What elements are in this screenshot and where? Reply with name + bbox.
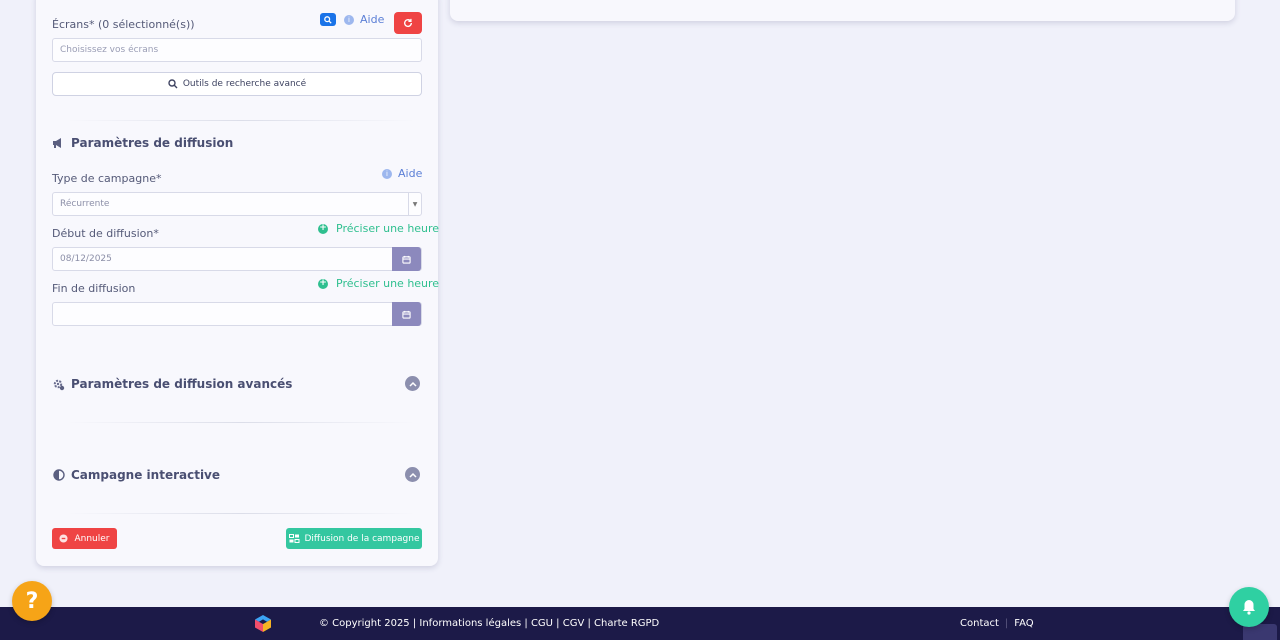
end-calendar-button[interactable] bbox=[392, 302, 421, 326]
search-icon bbox=[324, 15, 332, 24]
chevron-down-icon: ▼ bbox=[408, 193, 421, 215]
chevron-up-icon bbox=[408, 472, 417, 478]
divider bbox=[66, 120, 416, 121]
advanced-toggle-button[interactable] bbox=[405, 376, 420, 391]
screens-select-input[interactable]: Choisissez vos écrans bbox=[52, 38, 422, 62]
interactive-title-text: Campagne interactive bbox=[71, 468, 221, 482]
calendar-icon bbox=[402, 255, 411, 264]
reset-screens-button[interactable] bbox=[394, 12, 422, 34]
interactive-icon bbox=[52, 469, 65, 482]
broadcast-title-text: Paramètres de diffusion bbox=[71, 136, 234, 150]
help-fab-button[interactable]: ? bbox=[12, 581, 52, 621]
advanced-title-text: Paramètres de diffusion avancés bbox=[71, 377, 293, 391]
question-icon: ? bbox=[25, 588, 39, 614]
footer-copyright: © Copyright 2025 | Informations légales … bbox=[319, 618, 660, 629]
faq-link[interactable]: FAQ bbox=[1014, 618, 1033, 629]
broadcast-icon bbox=[288, 533, 299, 543]
broadcast-help-link[interactable]: i Aide bbox=[382, 167, 422, 180]
info-icon: i bbox=[382, 168, 392, 179]
precise-hour-label: Préciser une heure bbox=[336, 277, 440, 290]
screens-help-link[interactable]: i Aide bbox=[344, 13, 384, 26]
campaign-form-card: Écrans* (0 sélectionné(s)) i Aide Choisi… bbox=[36, 0, 439, 566]
broadcast-campaign-button[interactable]: Diffusion de la campagne bbox=[286, 528, 422, 549]
broadcast-section-title: Paramètres de diffusion bbox=[52, 136, 233, 150]
footer-links: Contact | FAQ bbox=[960, 618, 1034, 629]
help-label: Aide bbox=[398, 167, 423, 180]
cancel-label: Annuler bbox=[74, 533, 110, 544]
end-date-input[interactable] bbox=[52, 302, 422, 326]
start-date-label: Début de diffusion* bbox=[52, 227, 159, 240]
campaign-type-label: Type de campagne* bbox=[52, 172, 162, 185]
end-date-label: Fin de diffusion bbox=[52, 282, 136, 295]
advanced-search-label: Outils de recherche avancé bbox=[182, 79, 307, 89]
screens-label: Écrans* (0 sélectionné(s)) bbox=[52, 18, 195, 31]
divider bbox=[66, 513, 416, 514]
search-screens-button[interactable] bbox=[320, 13, 336, 26]
footer-separator: | bbox=[1004, 618, 1009, 629]
logo-icon bbox=[255, 615, 271, 632]
start-date-input[interactable]: 08/12/2025 bbox=[52, 247, 422, 271]
submit-label: Diffusion de la campagne bbox=[304, 533, 420, 544]
interactive-toggle-button[interactable] bbox=[405, 467, 420, 482]
plus-circle-icon: + bbox=[318, 278, 328, 289]
plus-circle-icon: + bbox=[318, 223, 328, 234]
info-icon: i bbox=[344, 14, 354, 25]
end-precise-hour-link[interactable]: + Préciser une heure bbox=[318, 277, 439, 290]
megaphone-icon bbox=[52, 137, 65, 150]
interactive-section-title[interactable]: Campagne interactive bbox=[52, 468, 220, 482]
notifications-fab-button[interactable] bbox=[1229, 587, 1269, 627]
preview-card bbox=[450, 0, 1235, 21]
advanced-search-button[interactable]: Outils de recherche avancé bbox=[52, 72, 422, 96]
start-date-value: 08/12/2025 bbox=[60, 254, 112, 264]
advanced-section-title[interactable]: Paramètres de diffusion avancés bbox=[52, 377, 292, 391]
calendar-icon bbox=[402, 310, 411, 319]
cancel-icon bbox=[59, 534, 69, 543]
start-calendar-button[interactable] bbox=[392, 247, 421, 271]
precise-hour-label: Préciser une heure bbox=[336, 222, 440, 235]
start-precise-hour-link[interactable]: + Préciser une heure bbox=[318, 222, 439, 235]
help-label: Aide bbox=[360, 13, 385, 26]
refresh-icon bbox=[404, 18, 413, 28]
campaign-type-select[interactable]: Récurrente ▼ bbox=[52, 192, 422, 216]
settings-icon bbox=[52, 378, 65, 391]
search-icon bbox=[168, 79, 178, 89]
bell-icon bbox=[1243, 600, 1255, 615]
chevron-up-icon bbox=[408, 381, 417, 387]
cancel-button[interactable]: Annuler bbox=[52, 528, 117, 549]
contact-link[interactable]: Contact bbox=[960, 618, 999, 629]
campaign-type-value: Récurrente bbox=[60, 199, 110, 209]
divider bbox=[66, 422, 416, 423]
footer: © Copyright 2025 | Informations légales … bbox=[0, 607, 1280, 640]
